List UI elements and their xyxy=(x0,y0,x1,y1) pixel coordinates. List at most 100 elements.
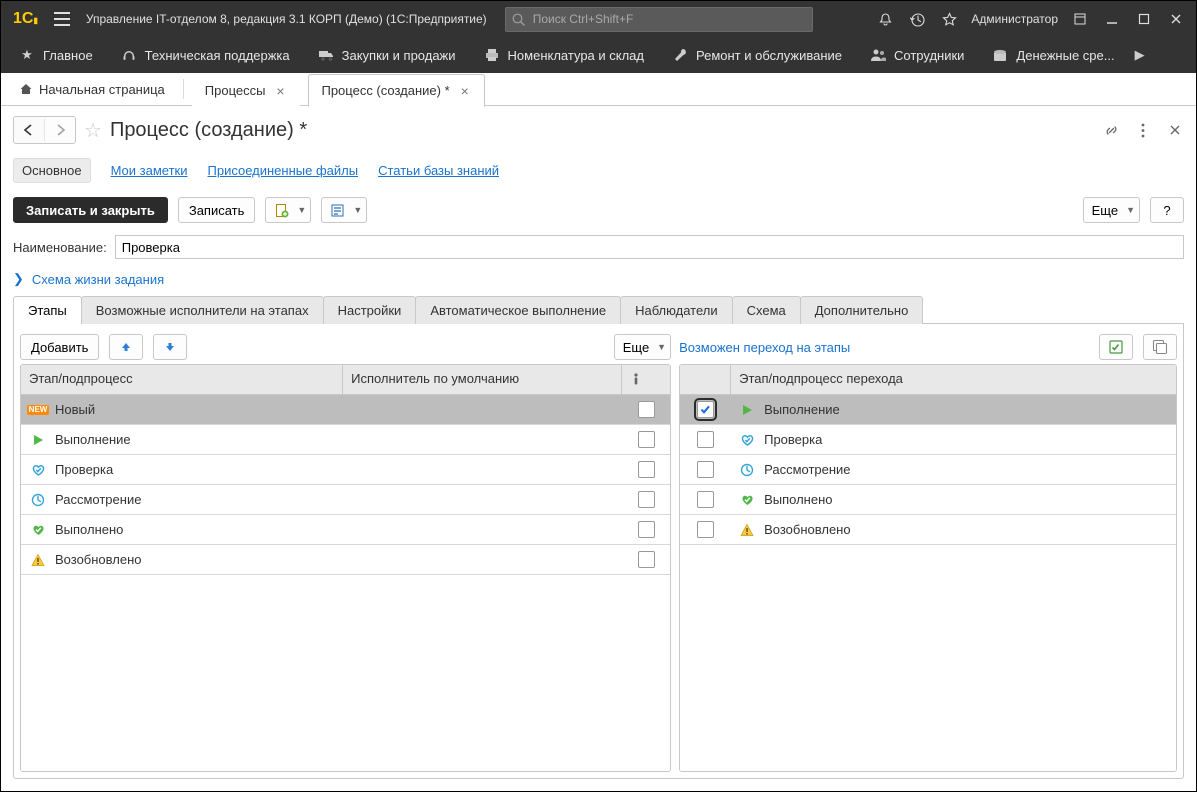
clock-icon xyxy=(738,461,756,479)
row-checkbox[interactable] xyxy=(697,431,714,448)
executor-cell[interactable] xyxy=(344,545,622,574)
breadcrumb-home[interactable]: Начальная страница xyxy=(9,73,175,105)
row-checkbox[interactable] xyxy=(697,461,714,478)
history-icon[interactable] xyxy=(903,5,931,33)
row-checkbox[interactable] xyxy=(638,551,655,568)
row-checkbox[interactable] xyxy=(697,521,714,538)
more-button[interactable]: Еще▼ xyxy=(1083,197,1140,223)
uncheck-all-button[interactable] xyxy=(1143,334,1177,360)
tab-scheme[interactable]: Схема xyxy=(732,296,801,324)
table-row[interactable]: Возобновлено xyxy=(21,545,670,575)
menu-icon[interactable] xyxy=(48,5,76,33)
name-label: Наименование: xyxy=(13,240,107,255)
table-row[interactable]: Проверка xyxy=(680,425,1176,455)
check-all-button[interactable] xyxy=(1099,334,1133,360)
table-row[interactable]: Выполнено xyxy=(21,515,670,545)
executor-cell[interactable] xyxy=(344,455,622,484)
save-button[interactable]: Записать xyxy=(178,197,256,223)
nav-back-button[interactable] xyxy=(14,117,44,143)
search-icon xyxy=(512,13,525,26)
more-vertical-icon[interactable] xyxy=(1134,122,1152,139)
col-executor[interactable]: Исполнитель по умолчанию xyxy=(343,365,622,394)
menu-procurement[interactable]: Закупки и продажи xyxy=(304,37,470,73)
lifecycle-scheme-link[interactable]: Схема жизни задания xyxy=(32,272,164,287)
star-icon[interactable] xyxy=(935,5,963,33)
table-row[interactable]: Выполнение xyxy=(680,395,1176,425)
warning-icon xyxy=(738,521,756,539)
table-row[interactable]: Выполнение xyxy=(21,425,670,455)
close-icon[interactable]: × xyxy=(458,84,472,98)
executor-cell[interactable] xyxy=(344,425,622,454)
menu-main[interactable]: ★Главное xyxy=(5,37,107,73)
current-user[interactable]: Администратор xyxy=(967,12,1062,26)
tab-observers[interactable]: Наблюдатели xyxy=(620,296,733,324)
executor-cell[interactable] xyxy=(344,515,622,544)
headset-icon xyxy=(121,47,137,63)
check-circle-icon xyxy=(29,521,47,539)
tab-executors[interactable]: Возможные исполнители на этапах xyxy=(81,296,324,324)
caption-options-icon[interactable] xyxy=(1066,5,1094,33)
money-icon xyxy=(992,47,1008,63)
tab-auto[interactable]: Автоматическое выполнение xyxy=(415,296,621,324)
col-flag[interactable] xyxy=(622,365,670,394)
document-action-button[interactable]: ▼ xyxy=(265,197,311,223)
window-maximize-icon[interactable] xyxy=(1130,5,1158,33)
global-search-input[interactable] xyxy=(505,7,813,32)
menu-stock[interactable]: Номенклатура и склад xyxy=(470,37,658,73)
row-checkbox[interactable] xyxy=(638,461,655,478)
move-down-button[interactable] xyxy=(153,334,187,360)
add-button[interactable]: Добавить xyxy=(20,334,99,360)
row-checkbox[interactable] xyxy=(697,491,714,508)
table-row[interactable]: Рассмотрение xyxy=(680,455,1176,485)
menu-scroll-right-icon[interactable]: ▶ xyxy=(1129,37,1151,73)
transition-label: Рассмотрение xyxy=(764,462,850,477)
stages-table: Этап/подпроцесс Исполнитель по умолчанию… xyxy=(20,364,671,772)
section-kb[interactable]: Статьи базы знаний xyxy=(378,163,499,178)
bell-icon[interactable] xyxy=(871,5,899,33)
table-row[interactable]: Выполнено xyxy=(680,485,1176,515)
close-icon[interactable]: × xyxy=(273,84,287,98)
check-circle-icon xyxy=(738,491,756,509)
transitions-title-link[interactable]: Возможен переход на этапы xyxy=(679,340,850,355)
tab-advanced[interactable]: Дополнительно xyxy=(800,296,924,324)
executor-cell[interactable] xyxy=(344,485,622,514)
save-and-close-button[interactable]: Записать и закрыть xyxy=(13,197,168,223)
row-checkbox[interactable] xyxy=(638,521,655,538)
tab-processes[interactable]: Процессы × xyxy=(192,74,301,107)
table-row[interactable]: NEWНовый xyxy=(21,395,670,425)
row-checkbox[interactable] xyxy=(638,401,655,418)
menu-repair[interactable]: Ремонт и обслуживание xyxy=(658,37,856,73)
row-checkbox[interactable] xyxy=(638,491,655,508)
table-row[interactable]: Проверка xyxy=(21,455,670,485)
move-up-button[interactable] xyxy=(109,334,143,360)
tab-stages[interactable]: Этапы xyxy=(13,296,82,324)
section-files[interactable]: Присоединенные файлы xyxy=(208,163,359,178)
report-action-button[interactable]: ▼ xyxy=(321,197,367,223)
window-close-icon[interactable] xyxy=(1162,5,1190,33)
left-more-button[interactable]: Еще▼ xyxy=(614,334,671,360)
tab-process-create[interactable]: Процесс (создание) * × xyxy=(308,74,484,107)
window-minimize-icon[interactable] xyxy=(1098,5,1126,33)
name-input[interactable] xyxy=(115,235,1184,259)
table-row[interactable]: Возобновлено xyxy=(680,515,1176,545)
menu-money[interactable]: Денежные сре... xyxy=(978,37,1128,73)
menu-employees[interactable]: Сотрудники xyxy=(856,37,978,73)
row-checkbox[interactable] xyxy=(697,401,714,418)
col-transition-stage[interactable]: Этап/подпроцесс перехода xyxy=(731,365,1176,394)
global-search-field[interactable] xyxy=(531,11,806,27)
col-stage[interactable]: Этап/подпроцесс xyxy=(21,365,343,394)
transition-label: Выполнение xyxy=(764,402,840,417)
menu-support[interactable]: Техническая поддержка xyxy=(107,37,304,73)
link-icon[interactable] xyxy=(1102,122,1120,139)
section-main[interactable]: Основное xyxy=(13,158,91,183)
table-row[interactable]: Рассмотрение xyxy=(21,485,670,515)
favorite-star-icon[interactable]: ☆ xyxy=(82,118,104,143)
section-notes[interactable]: Мои заметки xyxy=(111,163,188,178)
help-button[interactable]: ? xyxy=(1150,197,1184,223)
close-page-icon[interactable] xyxy=(1166,123,1184,137)
row-checkbox[interactable] xyxy=(638,431,655,448)
nav-forward-button[interactable] xyxy=(44,117,75,143)
executor-cell[interactable] xyxy=(344,395,622,424)
chevron-right-icon[interactable]: ❯ xyxy=(13,271,24,287)
tab-settings[interactable]: Настройки xyxy=(323,296,417,324)
